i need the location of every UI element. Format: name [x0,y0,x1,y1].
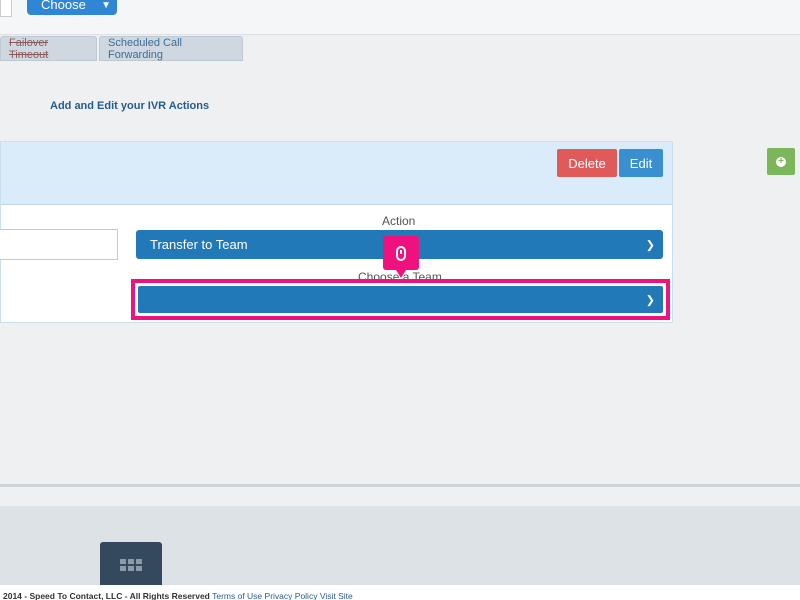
top-checkbox[interactable] [0,0,12,17]
chevron-down-icon: ▼ [101,0,111,11]
choose-button[interactable]: Choose ▼ [27,0,117,15]
mouse-click-marker [383,236,419,278]
copyright-text: 2014 - Speed To Contact, LLC - All Right… [3,591,210,600]
target-highlight [131,279,670,320]
action-name-input[interactable] [0,229,118,260]
grid-icon [120,559,142,571]
terms-link[interactable]: Terms of Use [212,591,262,600]
action-select-value: Transfer to Team [150,237,248,252]
plus-circle-icon: + [776,156,786,167]
chevron-down-icon: ❯ [645,239,655,251]
section-title: Add and Edit your IVR Actions [50,100,210,112]
tab-scheduled-call-forwarding[interactable]: Scheduled Call Forwarding [99,36,243,61]
visit-site-link[interactable]: Visit Site [320,591,353,600]
add-action-button[interactable]: + [767,148,795,175]
delete-button[interactable]: Delete [557,149,617,177]
edit-button[interactable]: Edit [619,149,663,177]
action-label: Action [382,214,416,228]
mouse-icon [396,245,406,261]
panel-header: Delete Edit [1,142,672,205]
divider [0,484,800,487]
choose-label: Choose [41,0,86,12]
top-bar: Choose ▼ [0,0,800,35]
privacy-link[interactable]: Privacy Policy [265,591,318,600]
footer-bar: 2014 - Speed To Contact, LLC - All Right… [0,585,800,600]
apps-grid-button[interactable] [100,542,162,588]
tab-failover-timeout[interactable]: Failover Timeout [0,36,97,61]
